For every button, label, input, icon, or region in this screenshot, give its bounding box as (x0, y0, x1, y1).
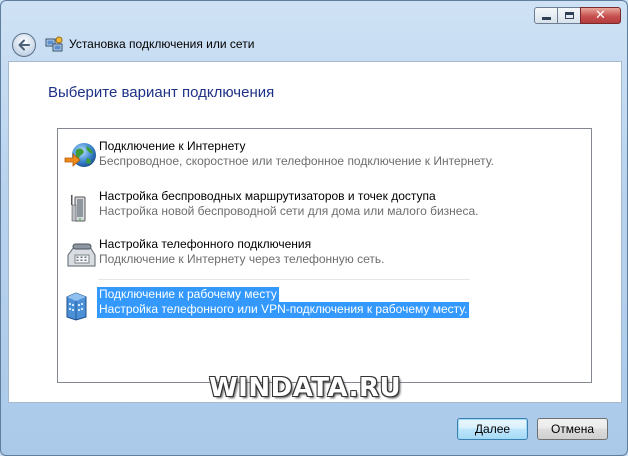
window-controls: ✕ (534, 7, 621, 24)
page-heading: Выберите вариант подключения (48, 84, 275, 101)
option-title: Настройка телефонного подключения (99, 237, 312, 251)
maximize-icon (564, 12, 574, 19)
dialog-window: ✕ Установка подключения или сети Выберит… (0, 0, 628, 456)
title-bar[interactable]: ✕ (1, 1, 627, 31)
option-separator (98, 279, 470, 280)
option-title: Настройка беспроводных маршрутизаторов и… (99, 189, 436, 203)
navigation-bar: Установка подключения или сети (1, 29, 627, 63)
connection-options-list[interactable]: Подключение к Интернету Беспроводное, ск… (57, 128, 592, 383)
option-description: Беспроводное, скоростное или телефонное … (99, 154, 494, 168)
back-arrow-icon (18, 39, 30, 51)
network-setup-icon (45, 36, 63, 52)
content-panel: Выберите вариант подключения Подключение… (8, 61, 622, 403)
window-title: Установка подключения или сети (69, 37, 255, 51)
cancel-button[interactable]: Отмена (537, 418, 608, 440)
back-button[interactable] (12, 33, 36, 57)
close-button[interactable]: ✕ (580, 7, 621, 24)
maximize-button[interactable] (557, 7, 581, 24)
minimize-button[interactable] (534, 7, 558, 24)
option-title: Подключение к Интернету (99, 139, 246, 153)
watermark-text: WINDATA.RU (209, 373, 402, 403)
telephone-icon (67, 243, 96, 267)
minimize-icon (541, 17, 551, 20)
router-icon (71, 195, 86, 222)
option-title: Подключение к рабочему месту (97, 287, 279, 302)
option-wireless-router[interactable]: Настройка беспроводных маршрутизаторов и… (62, 187, 587, 229)
option-description: Подключение к Интернету через телефонную… (99, 252, 385, 266)
option-internet[interactable]: Подключение к Интернету Беспроводное, ск… (62, 137, 587, 179)
option-description: Настройка телефонного или VPN-подключени… (97, 302, 470, 318)
next-button[interactable]: Далее (457, 418, 528, 440)
option-workplace[interactable]: Подключение к рабочему месту Настройка т… (62, 285, 587, 327)
option-description: Настройка новой беспроводной сети для до… (99, 204, 479, 218)
workplace-icon (66, 292, 87, 321)
option-dialup[interactable]: Настройка телефонного подключения Подклю… (62, 235, 587, 277)
globe-icon (64, 143, 96, 167)
close-icon: ✕ (595, 8, 606, 23)
